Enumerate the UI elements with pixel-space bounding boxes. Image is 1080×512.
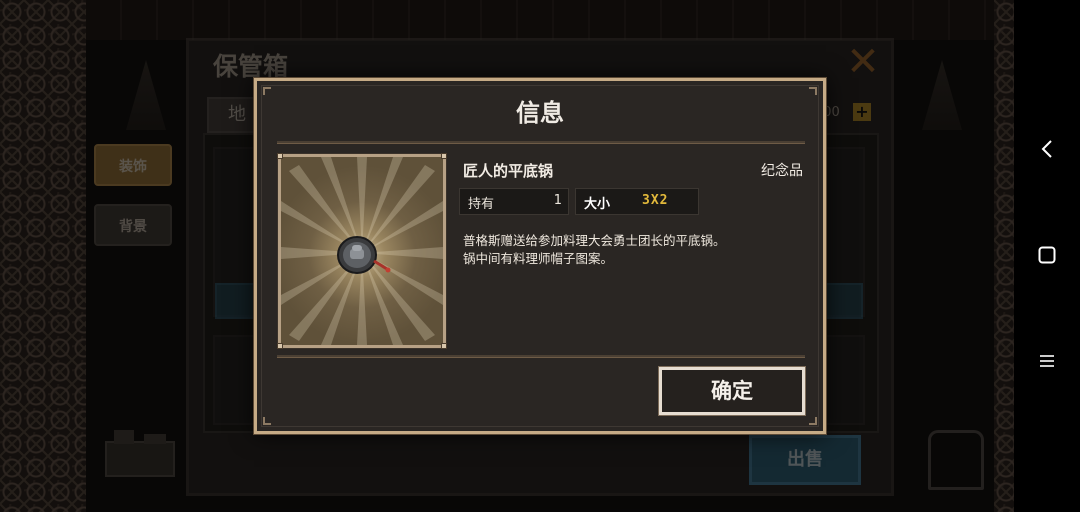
item-category: 纪念品 bbox=[761, 163, 803, 179]
size-value: 3X2 bbox=[642, 193, 669, 208]
divider bbox=[277, 141, 805, 144]
item-description: 普格斯赠送给参加料理大会勇士团长的平底锅。 锅中间有料理师帽子图案。 bbox=[463, 232, 793, 268]
frying-pan-icon bbox=[335, 233, 395, 277]
frame-corner bbox=[277, 153, 283, 159]
dialog-corner bbox=[809, 417, 817, 425]
size-box: 大小 3X2 bbox=[575, 188, 699, 215]
frame-corner bbox=[277, 343, 283, 349]
size-label: 大小 bbox=[584, 197, 611, 212]
frame-corner bbox=[441, 153, 447, 159]
item-name: 匠人的平底锅 bbox=[463, 162, 554, 180]
info-dialog: 信息 匠人的平底锅 纪念品 持有 1 大小 3X2 普格斯赠送给参加料理大会勇士… bbox=[254, 78, 826, 434]
description-line: 普格斯赠送给参加料理大会勇士团长的平底锅。 bbox=[463, 233, 726, 248]
confirm-button[interactable]: 确定 bbox=[658, 366, 806, 416]
item-preview-frame bbox=[277, 153, 447, 349]
menu-icon[interactable] bbox=[1032, 346, 1062, 376]
description-line: 锅中间有料理师帽子图案。 bbox=[463, 251, 614, 266]
owned-count-box: 持有 1 bbox=[459, 188, 569, 215]
owned-value: 1 bbox=[553, 193, 562, 208]
frame-corner bbox=[441, 343, 447, 349]
dialog-title: 信息 bbox=[516, 99, 564, 127]
owned-label: 持有 bbox=[468, 197, 495, 212]
divider bbox=[277, 355, 805, 358]
back-icon[interactable] bbox=[1032, 134, 1062, 164]
home-icon[interactable] bbox=[1032, 240, 1062, 270]
dialog-corner bbox=[263, 417, 271, 425]
system-nav-bar bbox=[1014, 0, 1080, 512]
